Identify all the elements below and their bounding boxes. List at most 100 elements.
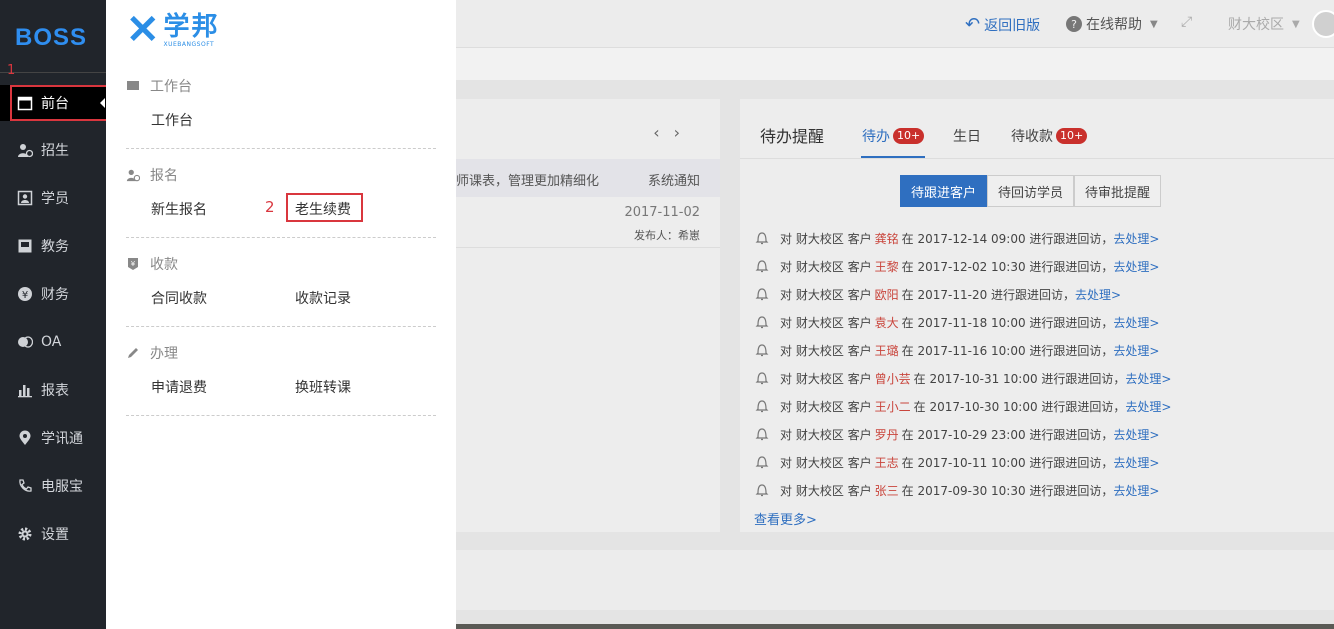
step-marker-1: 1: [7, 63, 16, 78]
chevron-down-icon: ▼: [1150, 18, 1158, 30]
handle-link[interactable]: 去处理>: [1113, 342, 1159, 359]
monitor-icon: [126, 79, 140, 93]
list-item: 对 财大校区 客户 龚铭在 2017-12-14 09:00 进行跟进回访， 去处理…: [754, 224, 1171, 252]
boss-logo: BOSS: [15, 24, 88, 51]
chevron-down-icon: ▼: [1292, 18, 1300, 30]
pager-arrows[interactable]: ‹›: [653, 123, 694, 142]
user-add-icon: [17, 142, 33, 158]
xuebang-logo: ✕ 学邦 XUEBANGSOFT: [126, 8, 220, 52]
sidebar-item-reports[interactable]: 报表: [0, 372, 106, 408]
undo-icon: ↶: [965, 14, 981, 35]
handle-link[interactable]: 去处理>: [1125, 398, 1171, 415]
bell-icon: [754, 314, 770, 330]
sidebar-item-xuexuntong[interactable]: 学讯通: [0, 420, 106, 456]
handle-link[interactable]: 去处理>: [1125, 370, 1171, 387]
list-item: 对 财大校区 客户 曾小芸在 2017-10-31 10:00 进行跟进回访， 去处…: [754, 364, 1171, 392]
section-registration: 报名 新生报名 老生续费: [126, 165, 436, 223]
svg-text:¥: ¥: [131, 260, 136, 268]
bell-icon: [754, 230, 770, 246]
online-help-menu[interactable]: ? 在线帮助 ▼: [1066, 14, 1158, 34]
list-item: 对 财大校区 客户 张三在 2017-09-30 10:30 进行跟进回访， 去处理…: [754, 476, 1171, 504]
divider: [126, 415, 436, 416]
list-item: 对 财大校区 客户 王小二在 2017-10-30 10:00 进行跟进回访， 去处…: [754, 392, 1171, 420]
tab-birthday[interactable]: 生日: [953, 126, 981, 146]
list-item: 对 财大校区 客户 王璐在 2017-11-16 10:00 进行跟进回访， 去处理…: [754, 336, 1171, 364]
count-badge: 10+: [1056, 128, 1088, 144]
view-more-link[interactable]: 查看更多>: [754, 509, 817, 528]
section-payment: ¥ 收款 合同收款 收款记录: [126, 254, 436, 312]
bell-icon: [754, 398, 770, 414]
sidebar-item-students[interactable]: 学员: [0, 180, 106, 216]
sidebar-item-oa[interactable]: OA: [0, 324, 106, 360]
flyout-menu: ✕ 学邦 XUEBANGSOFT 工作台 工作台 报名 新生报名 老生续费 ¥ …: [106, 0, 456, 629]
tabs-divider: [740, 158, 1334, 159]
breadcrumb-bar: [456, 48, 1334, 80]
bell-icon: [754, 258, 770, 274]
divider: [126, 148, 436, 149]
bell-icon: [754, 482, 770, 498]
handle-link[interactable]: 去处理>: [1113, 230, 1159, 247]
sidebar-item-settings[interactable]: 设置: [0, 516, 106, 552]
todo-panel-title: 待办提醒: [760, 127, 825, 146]
notice-tag: 系统通知: [647, 174, 700, 189]
location-icon: [17, 430, 33, 446]
phone-icon: [17, 478, 33, 494]
user-add-icon: [126, 168, 140, 182]
campus-selector[interactable]: 财大校区 ▼: [1228, 14, 1300, 34]
caret-icon: [100, 98, 105, 108]
handle-link[interactable]: 去处理>: [1075, 286, 1121, 303]
sidebar-item-academic[interactable]: 教务: [0, 228, 106, 264]
fullscreen-icon[interactable]: ⤢: [1181, 14, 1192, 30]
gear-icon: [17, 526, 33, 542]
link-payment-records[interactable]: 收款记录: [295, 288, 351, 308]
handle-link[interactable]: 去处理>: [1113, 314, 1159, 331]
section-handling: 办理 申请退费 换班转课: [126, 343, 436, 401]
handle-link[interactable]: 去处理>: [1113, 426, 1159, 443]
link-class-transfer[interactable]: 换班转课: [295, 377, 351, 397]
handle-link[interactable]: 去处理>: [1113, 258, 1159, 275]
notice-title: 师课表，管理更加精细化: [456, 174, 600, 189]
highlight-box: [286, 193, 363, 222]
divider: [126, 237, 436, 238]
divider: [126, 326, 436, 327]
link-refund-request[interactable]: 申请退费: [151, 377, 207, 397]
todo-list: 对 财大校区 客户 龚铭在 2017-12-14 09:00 进行跟进回访， 去处理…: [754, 224, 1171, 504]
tab-pending-payment[interactable]: 待收款 10+: [1011, 126, 1088, 146]
handle-link[interactable]: 去处理>: [1113, 482, 1159, 499]
segment-approval-reminders[interactable]: 待审批提醒: [1074, 175, 1162, 207]
segment-revisit-students[interactable]: 待回访学员: [987, 175, 1075, 207]
bell-icon: [754, 426, 770, 442]
section-workbench: 工作台 工作台: [126, 76, 436, 134]
pencil-icon: [126, 346, 140, 360]
yen-icon: ¥: [17, 286, 33, 302]
top-bar: ↶ 返回旧版 ? 在线帮助 ▼ ⤢ 财大校区 ▼: [456, 0, 1334, 48]
tab-todo[interactable]: 待办 10+: [862, 126, 925, 146]
sidebar-item-finance[interactable]: ¥ 财务: [0, 276, 106, 312]
list-item: 对 财大校区 客户 罗丹在 2017-10-29 23:00 进行跟进回访， 去处理…: [754, 420, 1171, 448]
bar-chart-icon: [17, 382, 33, 398]
count-badge: 10+: [893, 128, 925, 144]
sidebar-item-enrollment[interactable]: 招生: [0, 132, 106, 168]
notice-date: 2017-11-02: [624, 205, 700, 220]
chat-icon: [17, 334, 33, 350]
list-item: 对 财大校区 客户 袁大在 2017-11-18 10:00 进行跟进回访， 去处理…: [754, 308, 1171, 336]
bell-icon: [754, 454, 770, 470]
link-contract-payment[interactable]: 合同收款: [151, 288, 207, 308]
svg-text:¥: ¥: [22, 290, 28, 301]
help-icon: ?: [1066, 16, 1082, 32]
bell-icon: [754, 370, 770, 386]
handle-link[interactable]: 去处理>: [1113, 454, 1159, 471]
highlight-box: [10, 85, 108, 121]
student-card-icon: [17, 190, 33, 206]
left-sidebar: BOSS 1 前台 招生 学员 教务 ¥ 财务 OA 报表 学讯通 电服宝 设置: [0, 0, 108, 629]
back-old-version-link[interactable]: ↶ 返回旧版: [965, 14, 1040, 35]
link-new-student-registration[interactable]: 新生报名: [151, 199, 207, 219]
sidebar-item-dianfubao[interactable]: 电服宝: [0, 468, 106, 504]
list-item: 对 财大校区 客户 王志在 2017-10-11 10:00 进行跟进回访， 去处理…: [754, 448, 1171, 476]
segment-follow-up-customers[interactable]: 待跟进客户: [900, 175, 988, 207]
notice-row[interactable]: 师课表，管理更加精细化 系统通知: [456, 159, 720, 197]
link-workbench[interactable]: 工作台: [151, 110, 193, 130]
bottom-panel: [456, 550, 1334, 610]
avatar[interactable]: [1312, 10, 1334, 38]
list-item: 对 财大校区 客户 欧阳在 2017-11-20 进行跟进回访， 去处理>: [754, 280, 1171, 308]
